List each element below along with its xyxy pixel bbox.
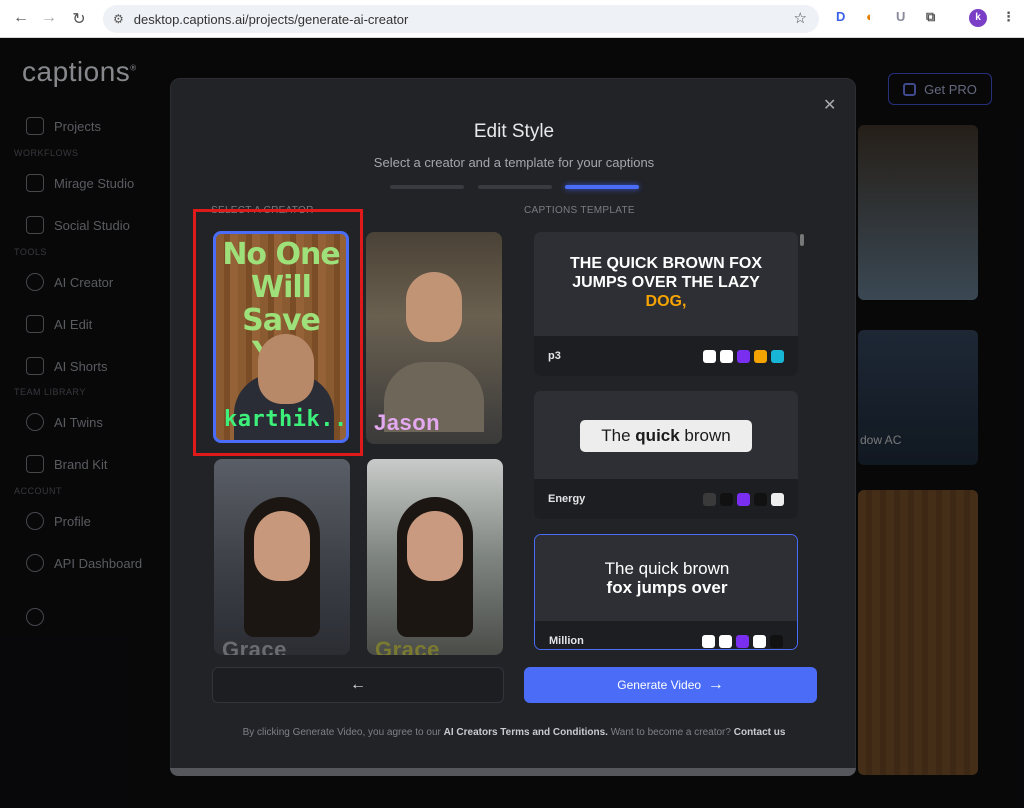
template-name: Energy xyxy=(548,493,586,505)
back-nav-icon[interactable]: ← xyxy=(6,9,36,27)
selection-highlight-box xyxy=(193,209,363,456)
swatch xyxy=(754,492,767,506)
swatch xyxy=(771,492,784,506)
preview-line: The quick brown xyxy=(604,559,730,578)
swatch xyxy=(702,634,715,648)
address-bar[interactable]: ⚙ desktop.captions.ai/projects/generate-… xyxy=(103,5,819,33)
swatch xyxy=(720,492,733,506)
url-text: desktop.captions.ai/projects/generate-ai… xyxy=(133,11,409,27)
profile-avatar[interactable]: k xyxy=(969,9,987,27)
preview-word-bold: quick xyxy=(635,426,680,445)
template-card-p3[interactable]: THE QUICK BROWN FOX JUMPS OVER THE LAZY … xyxy=(534,232,798,376)
template-footer: Energy xyxy=(534,479,798,519)
template-card-million[interactable]: The quick brown fox jumps over Million xyxy=(534,534,798,650)
templates-scrollbar[interactable] xyxy=(800,234,804,246)
modal-subtitle: Select a creator and a template for your… xyxy=(373,155,655,170)
creator-card-jason[interactable]: Jason xyxy=(366,232,502,444)
preview-word: The xyxy=(601,426,636,445)
swatch xyxy=(703,492,716,506)
color-swatches xyxy=(703,492,784,506)
site-settings-icon[interactable]: ⚙ xyxy=(113,12,124,26)
bookmark-star-icon[interactable]: ☆ xyxy=(794,9,807,27)
template-preview-text: THE QUICK BROWN FOX JUMPS OVER THE LAZY … xyxy=(534,254,798,311)
extension-circle-icon[interactable]: ◐ xyxy=(866,9,874,24)
swatch xyxy=(754,349,767,363)
step-indicator-1 xyxy=(390,185,464,189)
swatch xyxy=(720,349,733,363)
creator-face xyxy=(406,272,462,342)
back-button[interactable]: ← xyxy=(212,667,504,703)
swatch xyxy=(737,492,750,506)
template-preview: THE QUICK BROWN FOX JUMPS OVER THE LAZY … xyxy=(534,232,798,336)
step-indicator-2 xyxy=(478,185,552,189)
creator-card-grace-1[interactable]: Grace xyxy=(214,459,350,655)
swatch xyxy=(737,349,750,363)
arrow-right-icon: → xyxy=(707,676,724,693)
terms-mid: Want to become a creator? xyxy=(607,727,734,738)
forward-nav-icon[interactable]: → xyxy=(34,9,64,27)
modal-bottom-scrollbar[interactable] xyxy=(170,768,856,776)
color-swatches xyxy=(702,634,783,648)
extensions-puzzle-icon[interactable]: ⧉ xyxy=(926,9,935,25)
extension-u-icon[interactable]: U xyxy=(896,9,905,24)
preview-line: THE QUICK BROWN FOX xyxy=(570,255,762,272)
contact-link[interactable]: Contact us xyxy=(734,727,786,738)
template-preview: The quick brown fox jumps over xyxy=(535,535,797,621)
template-footer: Million xyxy=(535,621,797,649)
color-swatches xyxy=(703,349,784,363)
creator-name: Jason xyxy=(374,410,441,435)
back-arrow-icon: ← xyxy=(350,676,366,693)
creator-face xyxy=(407,511,463,581)
generate-label: Generate Video xyxy=(617,678,702,692)
terms-text: By clicking Generate Video, you agree to… xyxy=(171,727,857,738)
reload-icon[interactable]: ↻ xyxy=(64,9,94,29)
swatch xyxy=(771,349,784,363)
modal-title: Edit Style xyxy=(473,121,555,142)
swatch xyxy=(703,349,716,363)
template-preview-pill: The quick brown xyxy=(580,420,752,452)
preview-line: JUMPS OVER THE LAZY xyxy=(572,274,760,291)
close-icon[interactable]: ✕ xyxy=(823,95,836,115)
preview-word: brown xyxy=(679,426,731,445)
extension-d-icon[interactable]: D xyxy=(836,9,845,24)
swatch xyxy=(719,634,732,648)
template-footer: p3 xyxy=(534,336,798,376)
terms-prefix: By clicking Generate Video, you agree to… xyxy=(242,727,444,738)
template-name: Million xyxy=(549,635,584,647)
creator-name: Grace xyxy=(375,637,440,655)
creator-card-grace-2[interactable]: Grace xyxy=(367,459,503,655)
browser-menu-icon[interactable]: ⋮ xyxy=(1002,9,1015,25)
template-card-energy[interactable]: The quick brown Energy xyxy=(534,391,798,519)
step-indicator-3 xyxy=(565,185,639,189)
template-name: p3 xyxy=(548,350,561,362)
swatch xyxy=(736,634,749,648)
preview-highlight-word: DOG, xyxy=(645,293,687,310)
creator-face xyxy=(254,511,310,581)
terms-link[interactable]: AI Creators Terms and Conditions. xyxy=(444,727,608,738)
template-preview: The quick brown xyxy=(534,391,798,479)
browser-toolbar: ← → ↻ ⚙ desktop.captions.ai/projects/gen… xyxy=(0,0,1024,38)
generate-video-button[interactable]: Generate Video → xyxy=(524,667,817,703)
preview-line-bold: fox jumps over xyxy=(606,578,728,597)
swatch xyxy=(753,634,766,648)
captions-template-label: CAPTIONS TEMPLATE xyxy=(524,205,635,216)
creator-name: Grace xyxy=(222,637,287,655)
swatch xyxy=(770,634,783,648)
